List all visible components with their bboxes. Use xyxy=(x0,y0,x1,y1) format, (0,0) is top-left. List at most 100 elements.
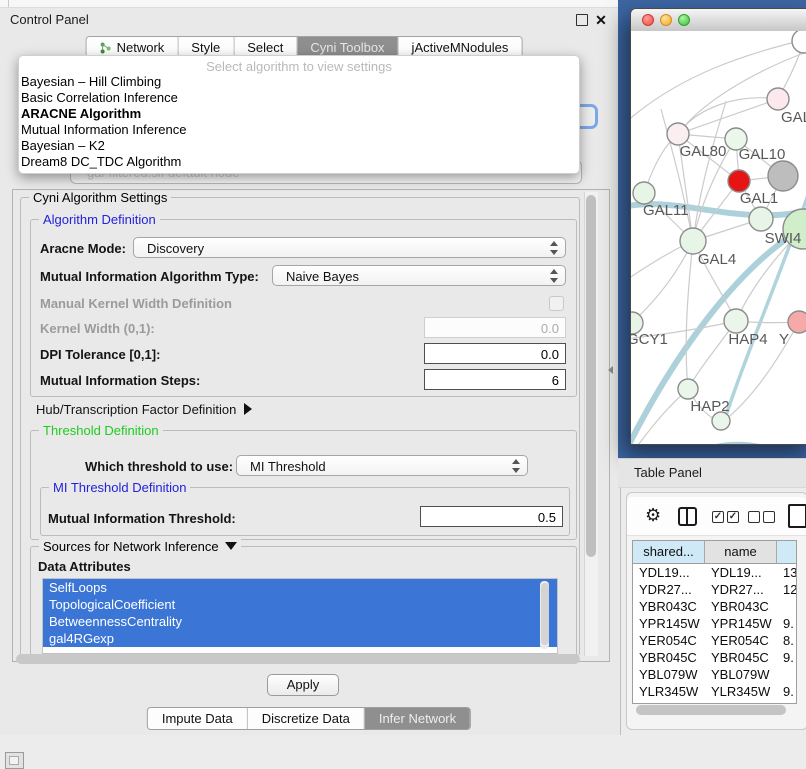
table-cell xyxy=(777,598,797,615)
table-row[interactable]: YBL079WYBL079W xyxy=(633,666,796,683)
table-cell: 9. xyxy=(777,683,797,700)
network-node[interactable] xyxy=(678,379,698,399)
window-minimize-icon[interactable] xyxy=(660,14,672,26)
dropdown-item-bayesian-k2[interactable]: Bayesian – K2 xyxy=(19,138,579,154)
network-canvas[interactable]: GALGAL80GAL10GAL11GAL1SWI4GAL4GCY1HAP4YH… xyxy=(631,31,806,444)
mi-threshold-field[interactable]: 0.5 xyxy=(420,506,563,527)
column-header-name[interactable]: name xyxy=(705,541,777,563)
kernel-width-field[interactable]: 0.0 xyxy=(424,317,566,338)
window-zoom-icon[interactable] xyxy=(678,14,690,26)
data-attributes-label: Data Attributes xyxy=(38,559,131,574)
settings-gear-icon[interactable]: ⚙ xyxy=(645,505,661,525)
tab-infer-network[interactable]: Infer Network xyxy=(364,708,470,729)
node-label: GAL80 xyxy=(680,143,727,160)
tab-discretize-data[interactable]: Discretize Data xyxy=(247,708,364,729)
network-window-titlebar[interactable] xyxy=(631,9,806,32)
algorithm-dropdown-popup: Select algorithm to view settings Bayesi… xyxy=(18,55,580,174)
deselect-all-icon[interactable] xyxy=(763,511,775,523)
dpi-tolerance-field[interactable]: 0.0 xyxy=(424,343,566,364)
network-window: GALGAL80GAL10GAL11GAL1SWI4GAL4GCY1HAP4YH… xyxy=(630,8,806,445)
table-cell: 9 xyxy=(777,700,797,704)
table-cell: YDL19... xyxy=(633,564,705,581)
threshold-definition-title: Threshold Definition xyxy=(39,423,163,438)
scrollbar-thumb[interactable] xyxy=(636,705,786,715)
table-row[interactable]: YBR043CYBR043C xyxy=(633,598,796,615)
bottom-tab-bar: Impute DataDiscretize DataInfer Network xyxy=(147,707,471,730)
column-header-2[interactable] xyxy=(777,541,797,563)
close-panel-icon[interactable]: ✕ xyxy=(593,10,609,30)
mi-type-label: Mutual Information Algorithm Type: xyxy=(40,269,259,284)
table-row[interactable]: YPR145WYPR145W9. xyxy=(633,615,796,632)
window-close-icon[interactable] xyxy=(642,14,654,26)
dropdown-item-bayesian-hill-climbing[interactable]: Bayesian – Hill Climbing xyxy=(19,74,579,90)
node-label: GAL11 xyxy=(643,202,689,219)
node-label: SWI4 xyxy=(765,230,802,247)
table-cell: YER054C xyxy=(633,632,705,649)
column-header-shared-[interactable]: shared... xyxy=(633,541,705,563)
network-node[interactable] xyxy=(633,182,655,204)
network-node[interactable] xyxy=(724,309,748,333)
stepper-icon xyxy=(550,241,559,255)
attribute-item-betweennesscentrality[interactable]: BetweennessCentrality xyxy=(43,613,557,630)
attribute-item-topologicalcoefficient[interactable]: TopologicalCoefficient xyxy=(43,596,557,613)
table-row[interactable]: YIL052CYIL052C9 xyxy=(633,700,796,704)
which-threshold-value: MI Threshold xyxy=(250,459,326,474)
table-cell: YBR043C xyxy=(705,598,777,615)
tab-impute-data[interactable]: Impute Data xyxy=(148,708,247,729)
table-cell: 9. xyxy=(777,615,797,632)
table-horizontal-scrollbar[interactable] xyxy=(634,705,792,715)
dropdown-item-dream8-dc-tdc-algorithm[interactable]: Dream8 DC_TDC Algorithm xyxy=(19,154,579,170)
deselect-all-icon[interactable] xyxy=(748,511,760,523)
dropdown-item-mutual-information-inference[interactable]: Mutual Information Inference xyxy=(19,122,579,138)
node-label: Y xyxy=(779,331,789,348)
scrollbar-thumb[interactable] xyxy=(586,195,596,557)
node-label: HAP4 xyxy=(728,331,767,348)
splitter-collapse-icon[interactable] xyxy=(608,366,613,374)
dropdown-item-aracne-algorithm[interactable]: ARACNE Algorithm xyxy=(19,106,579,122)
table-row[interactable]: YDL19...YDL19...13 xyxy=(633,564,796,581)
dropdown-item-basic-correlation-inference[interactable]: Basic Correlation Inference xyxy=(19,90,579,106)
mi-threshold-label: Mutual Information Threshold: xyxy=(48,511,236,526)
mi-steps-field[interactable]: 6 xyxy=(424,369,566,390)
network-node[interactable] xyxy=(788,311,806,333)
table-cell: 9. xyxy=(777,649,797,666)
table-row[interactable]: YBR045CYBR045C9. xyxy=(633,649,796,666)
table-cell: YLR345W xyxy=(705,683,777,700)
top-strip xyxy=(0,0,620,8)
data-attributes-list[interactable]: SelfLoopsTopologicalCoefficientBetweenne… xyxy=(42,578,558,654)
sources-group-title[interactable]: Sources for Network Inference xyxy=(39,539,241,554)
table-row[interactable]: YDR27...YDR27...12 xyxy=(633,581,796,598)
select-all-check-icon[interactable]: ✓ xyxy=(727,511,739,523)
table-row[interactable]: YER054CYER054C8. xyxy=(633,632,796,649)
network-node[interactable] xyxy=(767,88,789,110)
aracne-mode-select[interactable]: Discovery xyxy=(133,237,566,258)
table-cell: YIL052C xyxy=(705,700,777,704)
network-node[interactable] xyxy=(667,123,689,145)
attribute-item-gal4rgexp[interactable]: gal4RGexp xyxy=(43,630,557,647)
scrollbar-thumb[interactable] xyxy=(541,583,549,645)
dpi-tolerance-label: DPI Tolerance [0,1]: xyxy=(40,347,160,362)
restore-panel-icon[interactable] xyxy=(5,752,24,769)
mi-type-value: Naive Bayes xyxy=(286,269,359,284)
column-chooser-icon[interactable] xyxy=(678,507,697,526)
table-cell: 8. xyxy=(777,632,797,649)
settings-horizontal-scrollbar[interactable] xyxy=(16,654,580,664)
hub-definition-toggle[interactable]: Hub/Transcription Factor Definition xyxy=(36,402,252,417)
scrollbar-thumb[interactable] xyxy=(16,654,580,664)
which-threshold-select[interactable]: MI Threshold xyxy=(236,455,528,476)
network-node[interactable] xyxy=(749,207,773,231)
mi-type-select[interactable]: Naive Bayes xyxy=(272,265,566,286)
settings-vertical-scrollbar[interactable] xyxy=(584,192,598,656)
table-row[interactable]: YLR345WYLR345W9. xyxy=(633,683,796,700)
network-node[interactable] xyxy=(768,161,798,191)
select-all-check-icon[interactable]: ✓ xyxy=(712,511,724,523)
network-node[interactable] xyxy=(728,170,750,192)
function-builder-icon[interactable] xyxy=(788,504,806,528)
attribute-item-selfloops[interactable]: SelfLoops xyxy=(43,579,557,596)
float-panel-icon[interactable] xyxy=(576,14,588,26)
attributes-list-scrollbar[interactable] xyxy=(540,581,549,649)
network-node[interactable] xyxy=(792,31,806,53)
manual-kernel-checkbox[interactable] xyxy=(549,296,564,311)
apply-button[interactable]: Apply xyxy=(267,674,339,696)
node-label: GAL1 xyxy=(740,190,778,207)
